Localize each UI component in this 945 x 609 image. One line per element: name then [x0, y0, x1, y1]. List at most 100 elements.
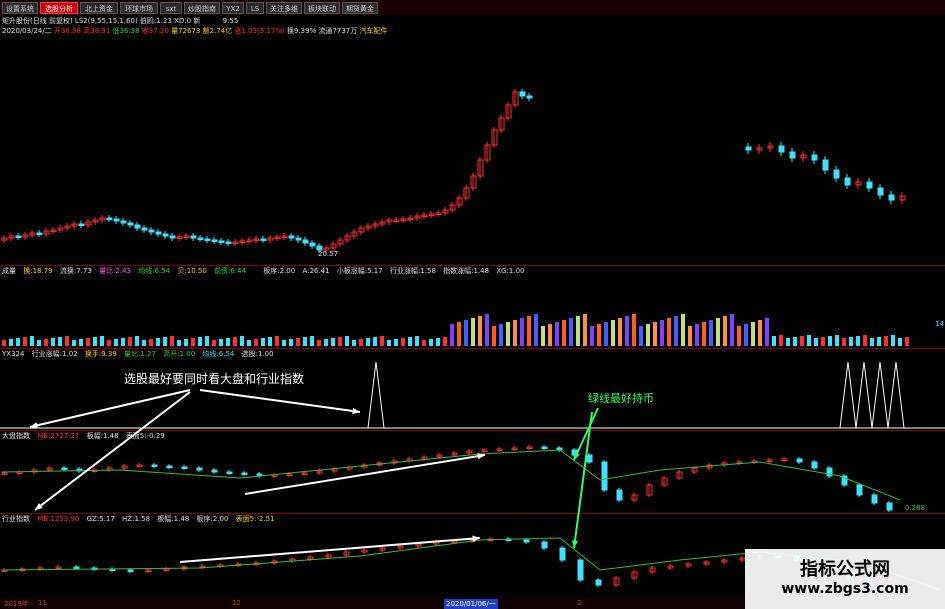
volume-bar — [597, 324, 601, 346]
volume-bar — [450, 324, 454, 346]
volume-bar — [492, 326, 496, 346]
volume-bar — [751, 322, 755, 346]
volume-bar — [884, 336, 888, 346]
volume-bar — [51, 338, 55, 346]
market-candle — [886, 502, 893, 511]
axis-label: 2 — [577, 599, 582, 607]
volume-bar — [408, 337, 412, 346]
industry-candle — [541, 541, 548, 549]
price-candle — [526, 95, 533, 99]
volume-bar — [30, 336, 34, 346]
volume-bar — [261, 338, 265, 346]
price-candle — [197, 237, 204, 240]
market-candle — [811, 461, 818, 469]
volume-bar — [324, 339, 328, 346]
industry-candle — [595, 579, 602, 586]
volume-bar — [16, 338, 20, 346]
volume-right-value: 14 — [935, 320, 944, 328]
price-candle — [134, 224, 141, 229]
market-candle — [166, 465, 173, 468]
volume-bar — [2, 340, 6, 346]
volume-bar — [611, 320, 615, 346]
price-candle — [519, 91, 526, 97]
volume-bar — [422, 340, 426, 346]
price-candle — [169, 235, 176, 239]
market-candle — [61, 467, 68, 470]
industry-candle — [523, 539, 530, 543]
annotation-arrow — [34, 391, 191, 511]
volume-bar — [772, 336, 776, 346]
volume-bar — [415, 336, 419, 346]
volume-bar — [338, 337, 342, 346]
volume-bar — [163, 337, 167, 346]
volume-bar — [198, 337, 202, 346]
market-candle — [196, 467, 203, 471]
volume-bar — [79, 339, 83, 346]
volume-bar — [380, 336, 384, 346]
volume-bar — [114, 339, 118, 346]
volume-bar — [72, 340, 76, 346]
axis-label: 11 — [38, 599, 47, 607]
price-candle — [833, 169, 840, 179]
volume-bar — [233, 337, 237, 346]
volume-bar — [744, 324, 748, 346]
volume-bar — [618, 318, 622, 346]
volume-bar — [436, 338, 440, 346]
annotation-arrow — [244, 454, 486, 495]
volume-bar — [870, 338, 874, 346]
annotation-arrow — [199, 389, 361, 413]
volume-bar — [205, 336, 209, 346]
volume-bar — [268, 337, 272, 346]
annotation-green-line: 绿线最好持币 — [588, 392, 654, 405]
price-candle — [866, 181, 873, 189]
volume-bar — [590, 326, 594, 346]
volume-bar — [758, 320, 762, 346]
volume-bar — [527, 316, 531, 346]
volume-bar — [429, 339, 433, 346]
watermark-url: www.zbgs3.com — [781, 581, 909, 597]
volume-bar — [849, 337, 853, 346]
volume-bar — [44, 339, 48, 346]
volume-bar — [821, 337, 825, 346]
volume-bar — [457, 322, 461, 346]
watermark: 指标公式网 www.zbgs3.com — [745, 549, 945, 609]
market-candle — [856, 484, 863, 496]
volume-bar — [653, 322, 657, 346]
volume-bar — [366, 338, 370, 346]
volume-bar — [170, 336, 174, 346]
volume-bar — [107, 340, 111, 346]
volume-bar — [58, 337, 62, 346]
price-candle — [15, 235, 22, 238]
volume-bar — [149, 339, 153, 346]
volume-bar — [639, 326, 643, 346]
industry-candle — [127, 569, 134, 572]
volume-bar — [240, 336, 244, 346]
volume-bar — [485, 314, 489, 346]
volume-bar — [604, 322, 608, 346]
volume-bar — [65, 336, 69, 346]
volume-bar — [310, 336, 314, 346]
industry-candle — [73, 566, 80, 569]
price-candle — [844, 177, 851, 186]
price-candle — [78, 223, 85, 226]
volume-bar — [352, 340, 356, 346]
volume-bar — [317, 340, 321, 346]
volume-bar — [786, 338, 790, 346]
volume-bar — [807, 335, 811, 346]
volume-bar — [555, 322, 559, 346]
industry-candle — [577, 559, 584, 581]
price-candle — [162, 233, 169, 237]
volume-bar — [135, 336, 139, 346]
stock-chart-canvas[interactable] — [0, 0, 945, 609]
volume-bar — [471, 318, 475, 346]
volume-bar — [674, 316, 678, 346]
price-candle — [36, 232, 43, 235]
volume-bar — [737, 326, 741, 346]
market-candle — [586, 454, 593, 463]
axis-label: 12 — [232, 599, 241, 607]
market-candle — [151, 464, 158, 467]
volume-bar — [226, 338, 230, 346]
volume-bar — [520, 318, 524, 346]
annotation-arrow — [573, 411, 593, 549]
volume-bar — [86, 338, 90, 346]
